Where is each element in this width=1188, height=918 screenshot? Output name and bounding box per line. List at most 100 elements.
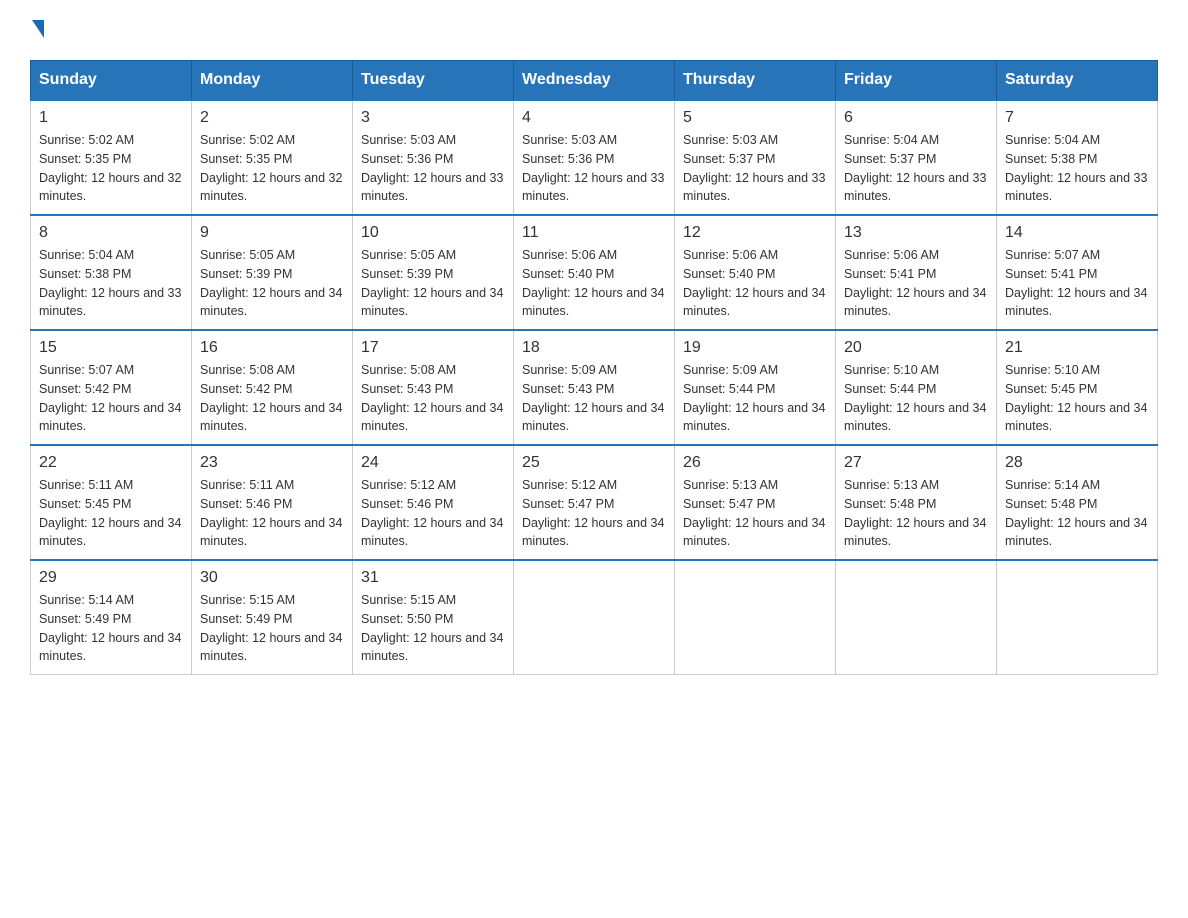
weekday-header-row: SundayMondayTuesdayWednesdayThursdayFrid…: [31, 61, 1158, 101]
day-info: Sunrise: 5:02 AMSunset: 5:35 PMDaylight:…: [200, 131, 344, 206]
day-number: 9: [200, 224, 344, 242]
weekday-header-thursday: Thursday: [675, 61, 836, 101]
day-number: 14: [1005, 224, 1149, 242]
weekday-header-sunday: Sunday: [31, 61, 192, 101]
day-info: Sunrise: 5:03 AMSunset: 5:36 PMDaylight:…: [522, 131, 666, 206]
calendar-cell: 3Sunrise: 5:03 AMSunset: 5:36 PMDaylight…: [353, 100, 514, 215]
calendar-cell: [514, 560, 675, 675]
calendar-cell: 15 Sunrise: 5:07 AMSunset: 5:42 PMDayligh…: [31, 330, 192, 445]
day-number: 25: [522, 454, 666, 472]
calendar-cell: 27 Sunrise: 5:13 AMSunset: 5:48 PMDayligh…: [836, 445, 997, 560]
weekday-header-monday: Monday: [192, 61, 353, 101]
day-info: Sunrise: 5:03 AMSunset: 5:37 PMDaylight:…: [683, 131, 827, 206]
calendar-cell: 20 Sunrise: 5:10 AMSunset: 5:44 PMDayligh…: [836, 330, 997, 445]
day-number: 12: [683, 224, 827, 242]
calendar-cell: 13 Sunrise: 5:06 AMSunset: 5:41 PMDayligh…: [836, 215, 997, 330]
day-info: Sunrise: 5:06 AMSunset: 5:40 PMDaylight:…: [522, 246, 666, 321]
day-number: 15: [39, 339, 183, 357]
day-number: 23: [200, 454, 344, 472]
calendar-cell: 30Sunrise: 5:15 AMSunset: 5:49 PMDayligh…: [192, 560, 353, 675]
logo-triangle-icon: [32, 20, 44, 38]
day-number: 2: [200, 109, 344, 127]
day-info: Sunrise: 5:10 AMSunset: 5:45 PMDaylight:…: [1005, 361, 1149, 436]
day-number: 8: [39, 224, 183, 242]
day-info: Sunrise: 5:07 AMSunset: 5:41 PMDaylight:…: [1005, 246, 1149, 321]
day-info: Sunrise: 5:07 AMSunset: 5:42 PMDaylight:…: [39, 361, 183, 436]
calendar-cell: 23 Sunrise: 5:11 AMSunset: 5:46 PMDayligh…: [192, 445, 353, 560]
day-info: Sunrise: 5:05 AMSunset: 5:39 PMDaylight:…: [200, 246, 344, 321]
day-info: Sunrise: 5:09 AMSunset: 5:43 PMDaylight:…: [522, 361, 666, 436]
day-info: Sunrise: 5:04 AMSunset: 5:38 PMDaylight:…: [1005, 131, 1149, 206]
weekday-header-saturday: Saturday: [997, 61, 1158, 101]
day-info: Sunrise: 5:09 AMSunset: 5:44 PMDaylight:…: [683, 361, 827, 436]
calendar-table: SundayMondayTuesdayWednesdayThursdayFrid…: [30, 60, 1158, 675]
day-number: 11: [522, 224, 666, 242]
day-info: Sunrise: 5:08 AMSunset: 5:42 PMDaylight:…: [200, 361, 344, 436]
calendar-week-1: 1 Sunrise: 5:02 AMSunset: 5:35 PMDaylight…: [31, 100, 1158, 215]
day-number: 31: [361, 569, 505, 587]
calendar-cell: 7Sunrise: 5:04 AMSunset: 5:38 PMDaylight…: [997, 100, 1158, 215]
page-header: [30, 20, 1158, 40]
day-number: 10: [361, 224, 505, 242]
day-number: 27: [844, 454, 988, 472]
day-number: 17: [361, 339, 505, 357]
day-info: Sunrise: 5:12 AMSunset: 5:47 PMDaylight:…: [522, 476, 666, 551]
day-number: 6: [844, 109, 988, 127]
calendar-cell: 26Sunrise: 5:13 AMSunset: 5:47 PMDayligh…: [675, 445, 836, 560]
day-number: 5: [683, 109, 827, 127]
calendar-cell: 11 Sunrise: 5:06 AMSunset: 5:40 PMDayligh…: [514, 215, 675, 330]
day-number: 16: [200, 339, 344, 357]
day-number: 19: [683, 339, 827, 357]
calendar-cell: 16 Sunrise: 5:08 AMSunset: 5:42 PMDayligh…: [192, 330, 353, 445]
day-info: Sunrise: 5:14 AMSunset: 5:49 PMDaylight:…: [39, 591, 183, 666]
weekday-header-friday: Friday: [836, 61, 997, 101]
day-number: 30: [200, 569, 344, 587]
calendar-cell: 5 Sunrise: 5:03 AMSunset: 5:37 PMDaylight…: [675, 100, 836, 215]
calendar-cell: 2 Sunrise: 5:02 AMSunset: 5:35 PMDaylight…: [192, 100, 353, 215]
day-number: 13: [844, 224, 988, 242]
calendar-cell: 4 Sunrise: 5:03 AMSunset: 5:36 PMDaylight…: [514, 100, 675, 215]
calendar-cell: [836, 560, 997, 675]
calendar-cell: 22 Sunrise: 5:11 AMSunset: 5:45 PMDayligh…: [31, 445, 192, 560]
day-info: Sunrise: 5:03 AMSunset: 5:36 PMDaylight:…: [361, 131, 505, 206]
day-number: 1: [39, 109, 183, 127]
day-info: Sunrise: 5:11 AMSunset: 5:46 PMDaylight:…: [200, 476, 344, 551]
calendar-cell: [675, 560, 836, 675]
day-info: Sunrise: 5:05 AMSunset: 5:39 PMDaylight:…: [361, 246, 505, 321]
day-info: Sunrise: 5:10 AMSunset: 5:44 PMDaylight:…: [844, 361, 988, 436]
day-info: Sunrise: 5:04 AMSunset: 5:37 PMDaylight:…: [844, 131, 988, 206]
day-info: Sunrise: 5:04 AMSunset: 5:38 PMDaylight:…: [39, 246, 183, 321]
day-number: 21: [1005, 339, 1149, 357]
weekday-header-wednesday: Wednesday: [514, 61, 675, 101]
calendar-week-3: 15 Sunrise: 5:07 AMSunset: 5:42 PMDayligh…: [31, 330, 1158, 445]
calendar-week-4: 22 Sunrise: 5:11 AMSunset: 5:45 PMDayligh…: [31, 445, 1158, 560]
calendar-week-2: 8 Sunrise: 5:04 AMSunset: 5:38 PMDaylight…: [31, 215, 1158, 330]
day-number: 20: [844, 339, 988, 357]
weekday-header-tuesday: Tuesday: [353, 61, 514, 101]
day-number: 24: [361, 454, 505, 472]
day-info: Sunrise: 5:13 AMSunset: 5:48 PMDaylight:…: [844, 476, 988, 551]
day-info: Sunrise: 5:08 AMSunset: 5:43 PMDaylight:…: [361, 361, 505, 436]
day-number: 29: [39, 569, 183, 587]
day-info: Sunrise: 5:02 AMSunset: 5:35 PMDaylight:…: [39, 131, 183, 206]
calendar-cell: [997, 560, 1158, 675]
day-info: Sunrise: 5:15 AMSunset: 5:50 PMDaylight:…: [361, 591, 505, 666]
day-info: Sunrise: 5:12 AMSunset: 5:46 PMDaylight:…: [361, 476, 505, 551]
day-info: Sunrise: 5:06 AMSunset: 5:41 PMDaylight:…: [844, 246, 988, 321]
calendar-week-5: 29 Sunrise: 5:14 AMSunset: 5:49 PMDayligh…: [31, 560, 1158, 675]
day-number: 28: [1005, 454, 1149, 472]
day-info: Sunrise: 5:11 AMSunset: 5:45 PMDaylight:…: [39, 476, 183, 551]
calendar-cell: 1 Sunrise: 5:02 AMSunset: 5:35 PMDaylight…: [31, 100, 192, 215]
day-number: 4: [522, 109, 666, 127]
calendar-cell: 31 Sunrise: 5:15 AMSunset: 5:50 PMDayligh…: [353, 560, 514, 675]
calendar-cell: 6 Sunrise: 5:04 AMSunset: 5:37 PMDaylight…: [836, 100, 997, 215]
calendar-cell: 21 Sunrise: 5:10 AMSunset: 5:45 PMDayligh…: [997, 330, 1158, 445]
calendar-cell: 24 Sunrise: 5:12 AMSunset: 5:46 PMDayligh…: [353, 445, 514, 560]
calendar-cell: 18 Sunrise: 5:09 AMSunset: 5:43 PMDayligh…: [514, 330, 675, 445]
day-number: 22: [39, 454, 183, 472]
calendar-cell: 14 Sunrise: 5:07 AMSunset: 5:41 PMDayligh…: [997, 215, 1158, 330]
calendar-cell: 8 Sunrise: 5:04 AMSunset: 5:38 PMDaylight…: [31, 215, 192, 330]
calendar-cell: 29 Sunrise: 5:14 AMSunset: 5:49 PMDayligh…: [31, 560, 192, 675]
day-number: 18: [522, 339, 666, 357]
calendar-cell: 9 Sunrise: 5:05 AMSunset: 5:39 PMDaylight…: [192, 215, 353, 330]
